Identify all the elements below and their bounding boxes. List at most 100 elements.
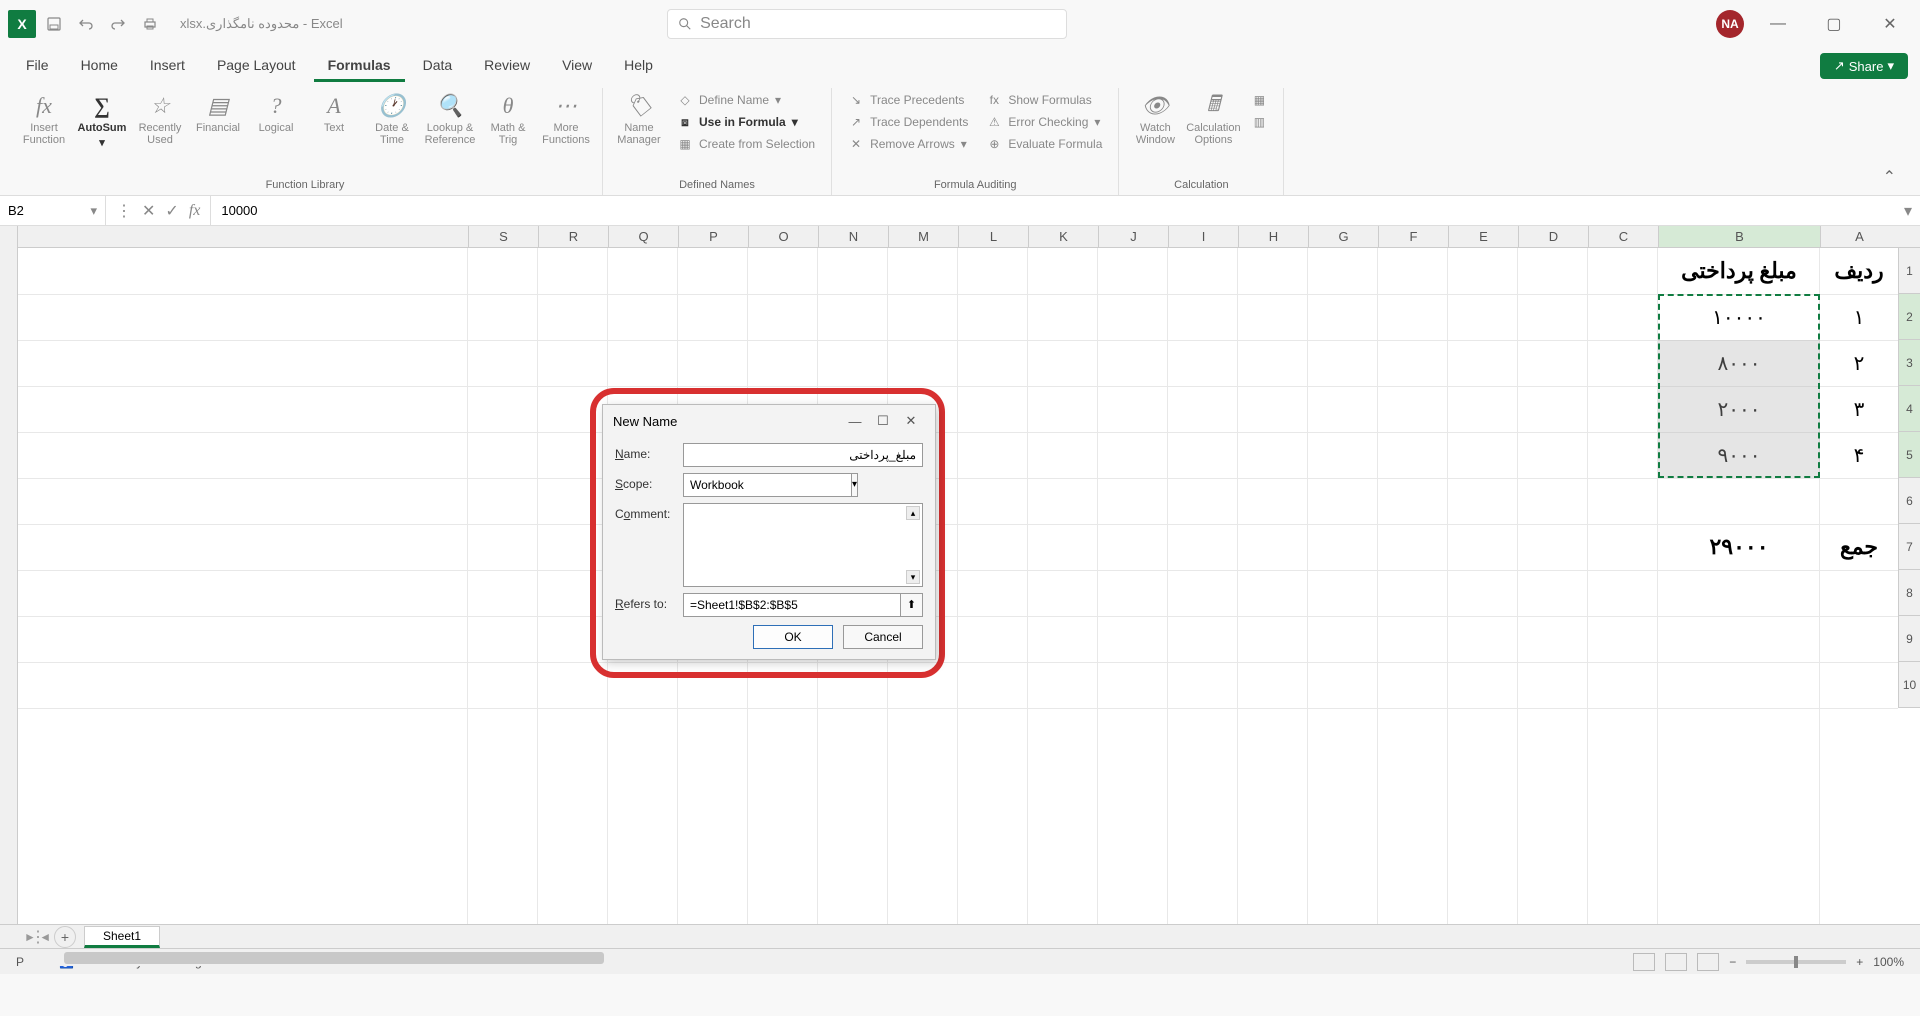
- tab-view[interactable]: View: [548, 51, 606, 82]
- scope-select[interactable]: [683, 473, 852, 497]
- cancel-formula-icon[interactable]: ✕: [138, 201, 159, 221]
- col-header-H[interactable]: H: [1238, 226, 1308, 247]
- scroll-down-icon[interactable]: ▾: [906, 570, 920, 584]
- calc-sheet-icon[interactable]: ▥: [1247, 112, 1271, 132]
- search-box[interactable]: Search: [667, 9, 1067, 39]
- sheet-nav-arrows[interactable]: ◄ ►: [24, 930, 51, 944]
- row-header-10[interactable]: 10: [1899, 662, 1920, 708]
- fx-icon[interactable]: fx: [185, 202, 205, 220]
- evaluate-formula-button[interactable]: ⊕Evaluate Formula: [982, 134, 1106, 154]
- autosum-button[interactable]: ∑AutoSum▾: [74, 88, 130, 153]
- chevron-down-icon[interactable]: ▾: [852, 473, 858, 497]
- zoom-slider[interactable]: [1746, 960, 1846, 964]
- dialog-minimize-icon[interactable]: —: [841, 414, 869, 429]
- show-formulas-button[interactable]: fxShow Formulas: [982, 90, 1106, 110]
- name-manager-button[interactable]: 🏷Name Manager: [611, 88, 667, 150]
- define-name-button[interactable]: ◇Define Name ▾: [673, 90, 819, 110]
- lookup-reference-button[interactable]: 🔍Lookup & Reference: [422, 88, 478, 150]
- tab-file[interactable]: File: [12, 51, 63, 82]
- undo-icon[interactable]: [72, 10, 100, 38]
- cell-B2[interactable]: ۱۰۰۰۰: [1658, 294, 1820, 340]
- col-header-R[interactable]: R: [538, 226, 608, 247]
- tab-home[interactable]: Home: [67, 51, 132, 82]
- create-from-selection-button[interactable]: ▦Create from Selection: [673, 134, 819, 154]
- calc-now-icon[interactable]: ▦: [1247, 90, 1271, 110]
- tab-data[interactable]: Data: [409, 51, 467, 82]
- row-header-4[interactable]: 4: [1899, 386, 1920, 432]
- remove-arrows-button[interactable]: ✕Remove Arrows ▾: [844, 134, 972, 154]
- row-header-1[interactable]: 1: [1899, 248, 1920, 294]
- formula-expand-icon[interactable]: ▾: [1896, 201, 1920, 221]
- col-header-O[interactable]: O: [748, 226, 818, 247]
- page-layout-view-icon[interactable]: [1665, 953, 1687, 971]
- cell-A3[interactable]: ۲: [1820, 340, 1898, 386]
- minimize-icon[interactable]: —: [1756, 8, 1800, 40]
- row-header-7[interactable]: 7: [1899, 524, 1920, 570]
- row-header-2[interactable]: 2: [1899, 294, 1920, 340]
- comment-textarea[interactable]: ▴ ▾: [683, 503, 923, 587]
- col-header-N[interactable]: N: [818, 226, 888, 247]
- close-icon[interactable]: ✕: [1868, 8, 1912, 40]
- cell-B7[interactable]: ۲۹۰۰۰: [1658, 524, 1820, 570]
- tab-insert[interactable]: Insert: [136, 51, 199, 82]
- col-header-C[interactable]: C: [1588, 226, 1658, 247]
- tab-help[interactable]: Help: [610, 51, 667, 82]
- vertical-scrollbar[interactable]: [0, 226, 18, 924]
- col-header-D[interactable]: D: [1518, 226, 1588, 247]
- error-checking-button[interactable]: ⚠Error Checking ▾: [982, 112, 1106, 132]
- sheet-tab-sheet1[interactable]: Sheet1: [84, 926, 160, 948]
- tab-page-layout[interactable]: Page Layout: [203, 51, 310, 82]
- row-header-9[interactable]: 9: [1899, 616, 1920, 662]
- row-header-5[interactable]: 5: [1899, 432, 1920, 478]
- normal-view-icon[interactable]: [1633, 953, 1655, 971]
- share-button[interactable]: ↗ Share ▾: [1820, 53, 1908, 79]
- row-header-6[interactable]: 6: [1899, 478, 1920, 524]
- cell-A7[interactable]: جمع: [1820, 524, 1898, 570]
- cell-B1[interactable]: مبلغ پرداختی: [1658, 248, 1820, 294]
- col-header-E[interactable]: E: [1448, 226, 1518, 247]
- name-box[interactable]: B2 ▾: [0, 196, 106, 225]
- more-functions-button[interactable]: ⋯More Functions: [538, 88, 594, 150]
- col-header-I[interactable]: I: [1168, 226, 1238, 247]
- cell-A5[interactable]: ۴: [1820, 432, 1898, 478]
- zoom-out-icon[interactable]: −: [1729, 955, 1736, 969]
- user-avatar[interactable]: NA: [1716, 10, 1744, 38]
- col-header-S[interactable]: S: [468, 226, 538, 247]
- use-in-formula-button[interactable]: ⧈Use in Formula ▾: [673, 112, 819, 132]
- name-input[interactable]: [683, 443, 923, 467]
- insert-function-button[interactable]: fxInsert Function: [16, 88, 72, 150]
- save-icon[interactable]: [40, 10, 68, 38]
- zoom-level[interactable]: 100%: [1873, 955, 1904, 969]
- row-header-3[interactable]: 3: [1899, 340, 1920, 386]
- dialog-maximize-icon[interactable]: ☐: [869, 413, 897, 429]
- watch-window-button[interactable]: 👁Watch Window: [1127, 88, 1183, 150]
- calculation-options-button[interactable]: 🖩Calculation Options: [1185, 88, 1241, 150]
- col-header-A[interactable]: A: [1820, 226, 1898, 247]
- ribbon-collapse-icon[interactable]: ⌃: [1867, 159, 1912, 195]
- row-header-8[interactable]: 8: [1899, 570, 1920, 616]
- page-break-view-icon[interactable]: [1697, 953, 1719, 971]
- date-time-button[interactable]: 🕐Date & Time: [364, 88, 420, 150]
- financial-button[interactable]: ▤Financial: [190, 88, 246, 138]
- scroll-up-icon[interactable]: ▴: [906, 506, 920, 520]
- cell-A1[interactable]: ردیف: [1820, 248, 1898, 294]
- recently-used-button[interactable]: ☆Recently Used: [132, 88, 188, 150]
- enter-formula-icon[interactable]: ✓: [161, 201, 182, 221]
- cell-A4[interactable]: ۳: [1820, 386, 1898, 432]
- tab-formulas[interactable]: Formulas: [314, 51, 405, 82]
- trace-precedents-button[interactable]: ↘Trace Precedents: [844, 90, 972, 110]
- cancel-button[interactable]: Cancel: [843, 625, 923, 649]
- ok-button[interactable]: OK: [753, 625, 833, 649]
- text-button[interactable]: AText: [306, 88, 362, 138]
- col-header-M[interactable]: M: [888, 226, 958, 247]
- math-trig-button[interactable]: θMath & Trig: [480, 88, 536, 150]
- col-header-G[interactable]: G: [1308, 226, 1378, 247]
- col-header-Q[interactable]: Q: [608, 226, 678, 247]
- range-picker-icon[interactable]: ⬆: [901, 593, 923, 617]
- col-header-J[interactable]: J: [1098, 226, 1168, 247]
- col-header-B[interactable]: B: [1658, 226, 1820, 247]
- cell-A2[interactable]: ۱: [1820, 294, 1898, 340]
- col-header-L[interactable]: L: [958, 226, 1028, 247]
- horizontal-scrollbar[interactable]: [24, 950, 1420, 966]
- print-icon[interactable]: [136, 10, 164, 38]
